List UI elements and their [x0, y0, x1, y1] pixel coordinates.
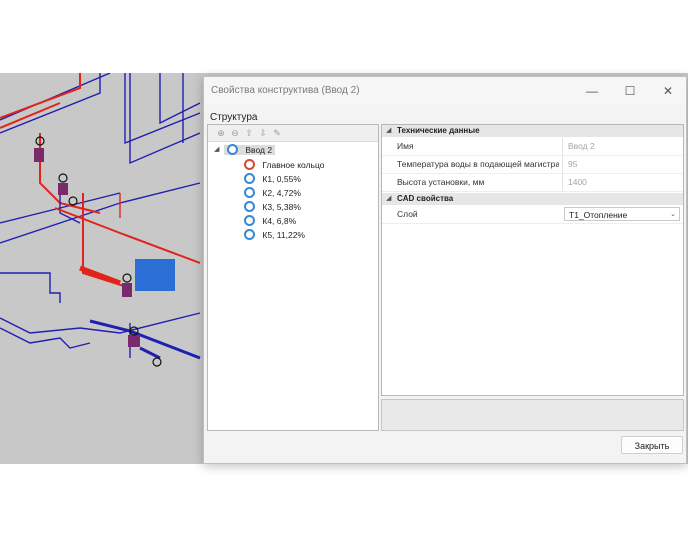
collapse-icon[interactable]: ◢: [386, 193, 391, 205]
tree-item-label: Главное кольцо: [262, 160, 325, 170]
move-down-icon[interactable]: ⇩: [258, 128, 268, 138]
tree-item-label: Ввод 2: [245, 145, 273, 155]
category-tech-data[interactable]: ◢ Технические данные: [382, 125, 683, 137]
title-bar[interactable]: Свойства конструктива (Ввод 2) — ☐ ✕: [204, 77, 686, 105]
construct-properties-dialog: Свойства конструктива (Ввод 2) — ☐ ✕ Стр…: [203, 76, 687, 464]
tree-item-k1[interactable]: К1, 0,55%: [244, 172, 301, 186]
property-row-install-height[interactable]: Высота установки, мм 1400: [382, 174, 683, 192]
tree-item-k4[interactable]: К4, 6,8%: [244, 214, 296, 228]
tree-item-k3[interactable]: К3, 5,38%: [244, 200, 301, 214]
property-row-layer[interactable]: Слой Т1_Отопление ⌄: [382, 206, 683, 224]
ring-icon: [244, 173, 255, 185]
minimize-button[interactable]: —: [574, 80, 610, 102]
category-title: Технические данные: [397, 126, 480, 135]
property-name: Высота установки, мм: [397, 177, 485, 187]
property-value[interactable]: 95: [568, 156, 577, 173]
property-name: Имя: [397, 141, 414, 151]
close-window-button[interactable]: ✕: [650, 80, 686, 102]
layer-select-value: Т1_Отопление: [569, 210, 628, 220]
structure-label: Структура: [210, 112, 258, 123]
tree-item-k2[interactable]: К2, 4,72%: [244, 186, 301, 200]
ring-icon: [244, 201, 255, 213]
tree-item-main-ring[interactable]: Главное кольцо: [244, 158, 324, 172]
column-divider: [562, 174, 563, 191]
add-icon[interactable]: ⊕: [216, 128, 226, 138]
collapse-icon[interactable]: ◢: [386, 125, 391, 137]
chevron-down-icon[interactable]: ⌄: [670, 208, 676, 222]
move-up-icon[interactable]: ⇧: [244, 128, 254, 138]
structure-tree[interactable]: ⊕ ⊖ ⇧ ⇩ ✎ ◢ Ввод 2 Главное кольцо К1, 0,…: [207, 124, 379, 431]
collapse-icon[interactable]: ◢: [214, 145, 219, 153]
tree-item-label: К3, 5,38%: [262, 202, 301, 212]
ring-icon: [244, 187, 255, 199]
maximize-button[interactable]: ☐: [612, 80, 648, 102]
property-value[interactable]: Ввод 2: [568, 138, 595, 155]
tree-item-label: К5, 11,22%: [262, 230, 305, 240]
column-divider: [562, 156, 563, 173]
property-row-name[interactable]: Имя Ввод 2: [382, 138, 683, 156]
property-grid[interactable]: ◢ Технические данные Имя Ввод 2 Температ…: [381, 124, 684, 396]
tree-toolbar: ⊕ ⊖ ⇧ ⇩ ✎: [208, 125, 378, 142]
column-divider: [562, 138, 563, 155]
property-name: Температура воды в подающей магистра...: [397, 159, 559, 169]
description-panel: [381, 399, 684, 431]
ring-icon: [244, 229, 255, 241]
edit-icon[interactable]: ✎: [272, 128, 282, 138]
close-button[interactable]: Закрыть: [621, 436, 683, 454]
ring-icon: [227, 144, 238, 156]
property-value[interactable]: 1400: [568, 174, 587, 191]
tree-item-root[interactable]: Ввод 2: [224, 143, 276, 157]
property-row-water-temp[interactable]: Температура воды в подающей магистра... …: [382, 156, 683, 174]
layer-select[interactable]: Т1_Отопление ⌄: [564, 207, 680, 221]
ring-main-icon: [244, 159, 255, 171]
property-name: Слой: [397, 209, 418, 219]
remove-icon[interactable]: ⊖: [230, 128, 240, 138]
window-title: Свойства конструктива (Ввод 2): [211, 85, 360, 96]
tree-item-label: К4, 6,8%: [262, 216, 297, 226]
category-title: CAD свойства: [397, 194, 454, 203]
tree-item-k5[interactable]: К5, 11,22%: [244, 228, 305, 242]
tree-item-label: К2, 4,72%: [262, 188, 301, 198]
category-cad-properties[interactable]: ◢ CAD свойства: [382, 193, 683, 205]
tree-item-label: К1, 0,55%: [262, 174, 301, 184]
ring-icon: [244, 215, 255, 227]
